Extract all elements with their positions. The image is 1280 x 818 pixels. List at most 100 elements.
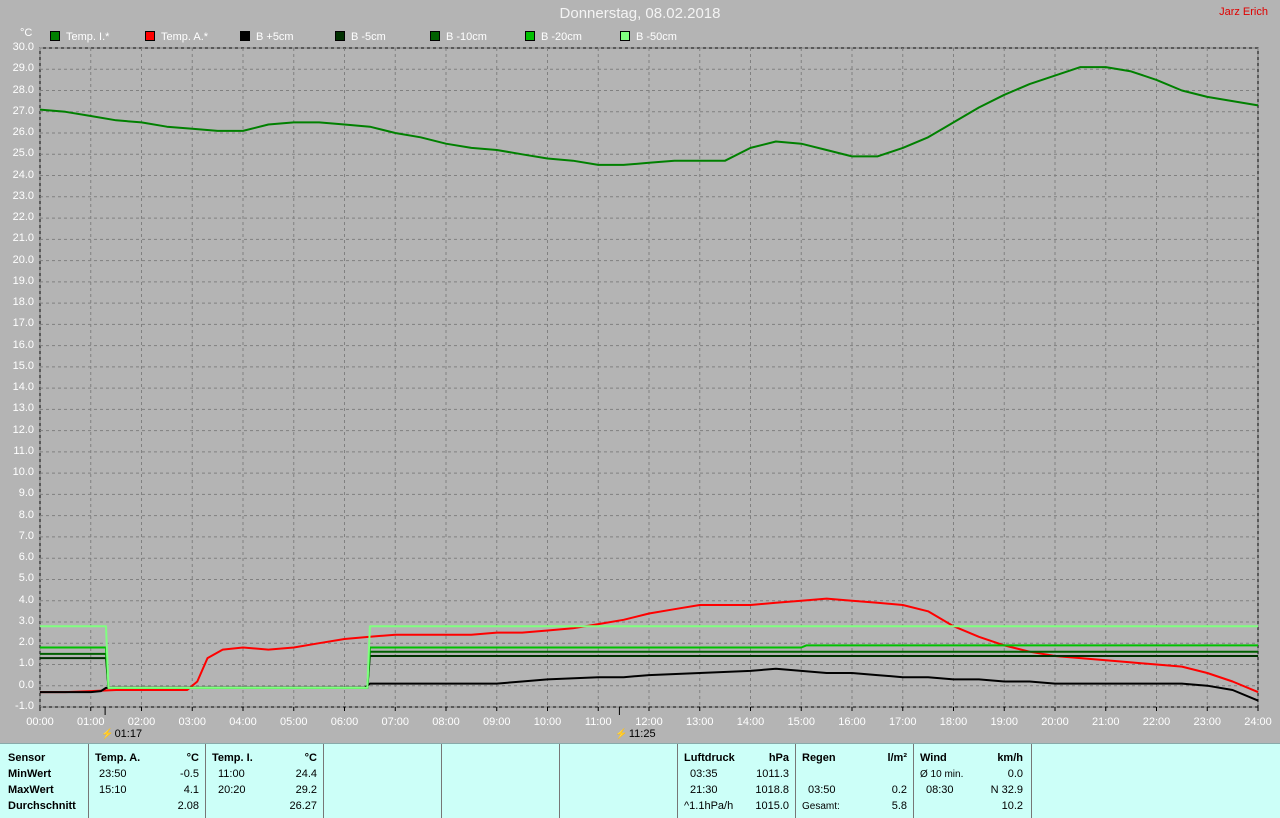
- legend-item: B -10cm: [430, 31, 487, 43]
- pressure-min-time: 03:35: [690, 768, 718, 780]
- temp-i-unit: °C: [304, 752, 317, 764]
- y-tick-label: 12.0: [12, 423, 34, 436]
- x-tick-label: 17:00: [888, 716, 917, 728]
- y-tick-label: 21.0: [12, 232, 34, 245]
- pressure-min-value: 1011.3: [756, 768, 789, 780]
- y-tick-label: 19.0: [12, 274, 34, 287]
- temp-a-max-value: 4.1: [183, 784, 199, 796]
- temp-a-min-value: -0.5: [180, 768, 199, 780]
- wind-avg-total: 10.2: [1001, 800, 1023, 812]
- x-tick-label: 12:00: [635, 716, 663, 728]
- temp-a-max-time: 15:10: [99, 784, 127, 796]
- y-tick-label: 23.0: [12, 189, 34, 202]
- empty-column-2: [442, 744, 560, 818]
- x-tick-label: 09:00: [482, 716, 511, 728]
- legend-item: Temp. I.*: [50, 31, 109, 43]
- y-tick-label: 11.0: [13, 444, 34, 457]
- rain-max-time: 03:50: [808, 784, 836, 796]
- y-tick-label: 16.0: [12, 338, 34, 351]
- empty-column-1: [324, 744, 442, 818]
- legend-label: B -20cm: [541, 31, 582, 43]
- lightning-icon: ⚡: [615, 729, 628, 740]
- x-tick-label: 20:00: [1041, 716, 1069, 728]
- y-tick-label: 4.0: [18, 593, 34, 606]
- legend-swatch: [525, 31, 535, 41]
- x-tick-label: 22:00: [1142, 716, 1171, 728]
- y-tick-label: 3.0: [18, 614, 34, 627]
- rain-total-value: 5.8: [891, 800, 907, 812]
- x-tick-label: 04:00: [229, 716, 257, 728]
- pressure-max-time: 21:30: [690, 784, 718, 796]
- temp-a-column: Temp. A. °C 23:50 -0.5 15:10 4.1 2.08: [89, 744, 206, 818]
- temp-i-max-time: 20:20: [218, 784, 246, 796]
- x-tick-label: 05:00: [279, 716, 308, 728]
- y-axis-unit: °C: [20, 27, 33, 39]
- y-tick-label: 17.0: [12, 317, 34, 330]
- x-tick-label: 13:00: [685, 716, 714, 728]
- y-tick-label: 13.0: [12, 402, 34, 415]
- legend-item: B -5cm: [335, 31, 386, 43]
- sensor-column: Sensor MinWert MaxWert Durchschnitt: [0, 744, 89, 818]
- y-tick-label: 26.0: [12, 126, 34, 139]
- time-marker: ⚡01:17: [101, 728, 142, 740]
- pressure-max-value: 1018.8: [755, 784, 789, 796]
- x-tick-label: 03:00: [178, 716, 207, 728]
- legend-label: B +5cm: [256, 31, 294, 43]
- x-tick-label: 08:00: [432, 716, 460, 728]
- wind-column: Wind km/h Ø 10 min. 0.0 08:30 N 32.9 10.…: [914, 744, 1032, 818]
- rain-header: Regen: [802, 752, 836, 764]
- author-label: Jarz Erich: [1219, 6, 1268, 18]
- temp-i-header: Temp. I.: [212, 752, 253, 764]
- empty-column-3: [560, 744, 678, 818]
- y-tick-label: 30.0: [12, 41, 34, 53]
- x-tick-label: 02:00: [127, 716, 156, 728]
- rain-max-value: 0.2: [891, 784, 907, 796]
- x-tick-label: 18:00: [939, 716, 968, 728]
- y-tick-label: 1.0: [18, 657, 34, 670]
- y-tick-label: 10.0: [12, 466, 34, 479]
- temperature-chart: [39, 47, 1259, 715]
- legend-label: B -5cm: [351, 31, 386, 43]
- y-tick-label: 15.0: [12, 359, 34, 372]
- y-tick-label: 7.0: [18, 529, 34, 542]
- x-tick-label: 01:00: [76, 716, 105, 728]
- x-tick-label: 16:00: [838, 716, 866, 728]
- legend-item: B +5cm: [240, 31, 294, 43]
- x-tick-label: 23:00: [1193, 716, 1222, 728]
- y-tick-label: 9.0: [18, 487, 34, 500]
- legend-item: B -50cm: [620, 31, 677, 43]
- y-tick-label: 22.0: [12, 211, 34, 224]
- legend-swatch: [620, 31, 630, 41]
- y-tick-label: 5.0: [18, 572, 34, 585]
- x-tick-label: 14:00: [736, 716, 765, 728]
- y-tick-label: 2.0: [18, 636, 34, 649]
- wind-max-time: 08:30: [926, 784, 954, 796]
- temp-i-avg-value: 26.27: [289, 800, 317, 812]
- temp-i-max-value: 29.2: [295, 784, 317, 796]
- temp-i-min-time: 11:00: [218, 768, 245, 780]
- row-label-max: MaxWert: [8, 784, 54, 796]
- sensor-header: Sensor: [8, 752, 46, 764]
- y-tick-label: 25.0: [12, 147, 34, 160]
- pressure-unit: hPa: [768, 752, 789, 764]
- marker-label: 11:25: [628, 728, 656, 740]
- rain-column: Regen l/m² 03:50 0.2 Gesamt: 5.8: [796, 744, 914, 818]
- y-tick-label: 28.0: [12, 83, 34, 96]
- y-tick-label: 14.0: [12, 381, 34, 394]
- x-tick-label: 06:00: [330, 716, 359, 728]
- row-label-min: MinWert: [8, 768, 52, 780]
- lightning-icon: ⚡: [101, 729, 114, 740]
- legend-label: Temp. I.*: [66, 31, 110, 43]
- x-tick-label: 11:00: [584, 716, 612, 728]
- legend-label: B -10cm: [446, 31, 487, 43]
- wind-avg-label: Ø 10 min.: [920, 769, 964, 780]
- chart-title: Donnerstag, 08.02.2018: [559, 5, 721, 22]
- x-tick-label: 07:00: [381, 716, 410, 728]
- x-tick-label: 21:00: [1091, 716, 1120, 728]
- temp-a-header: Temp. A.: [95, 752, 141, 764]
- x-tick-label: 00:00: [26, 716, 54, 728]
- pressure-column: Luftdruck hPa 03:35 1011.3 21:30 1018.8 …: [678, 744, 796, 818]
- row-label-avg: Durchschnitt: [8, 800, 76, 812]
- wind-avg-value: 0.0: [1007, 768, 1023, 780]
- temp-i-min-value: 24.4: [295, 768, 317, 780]
